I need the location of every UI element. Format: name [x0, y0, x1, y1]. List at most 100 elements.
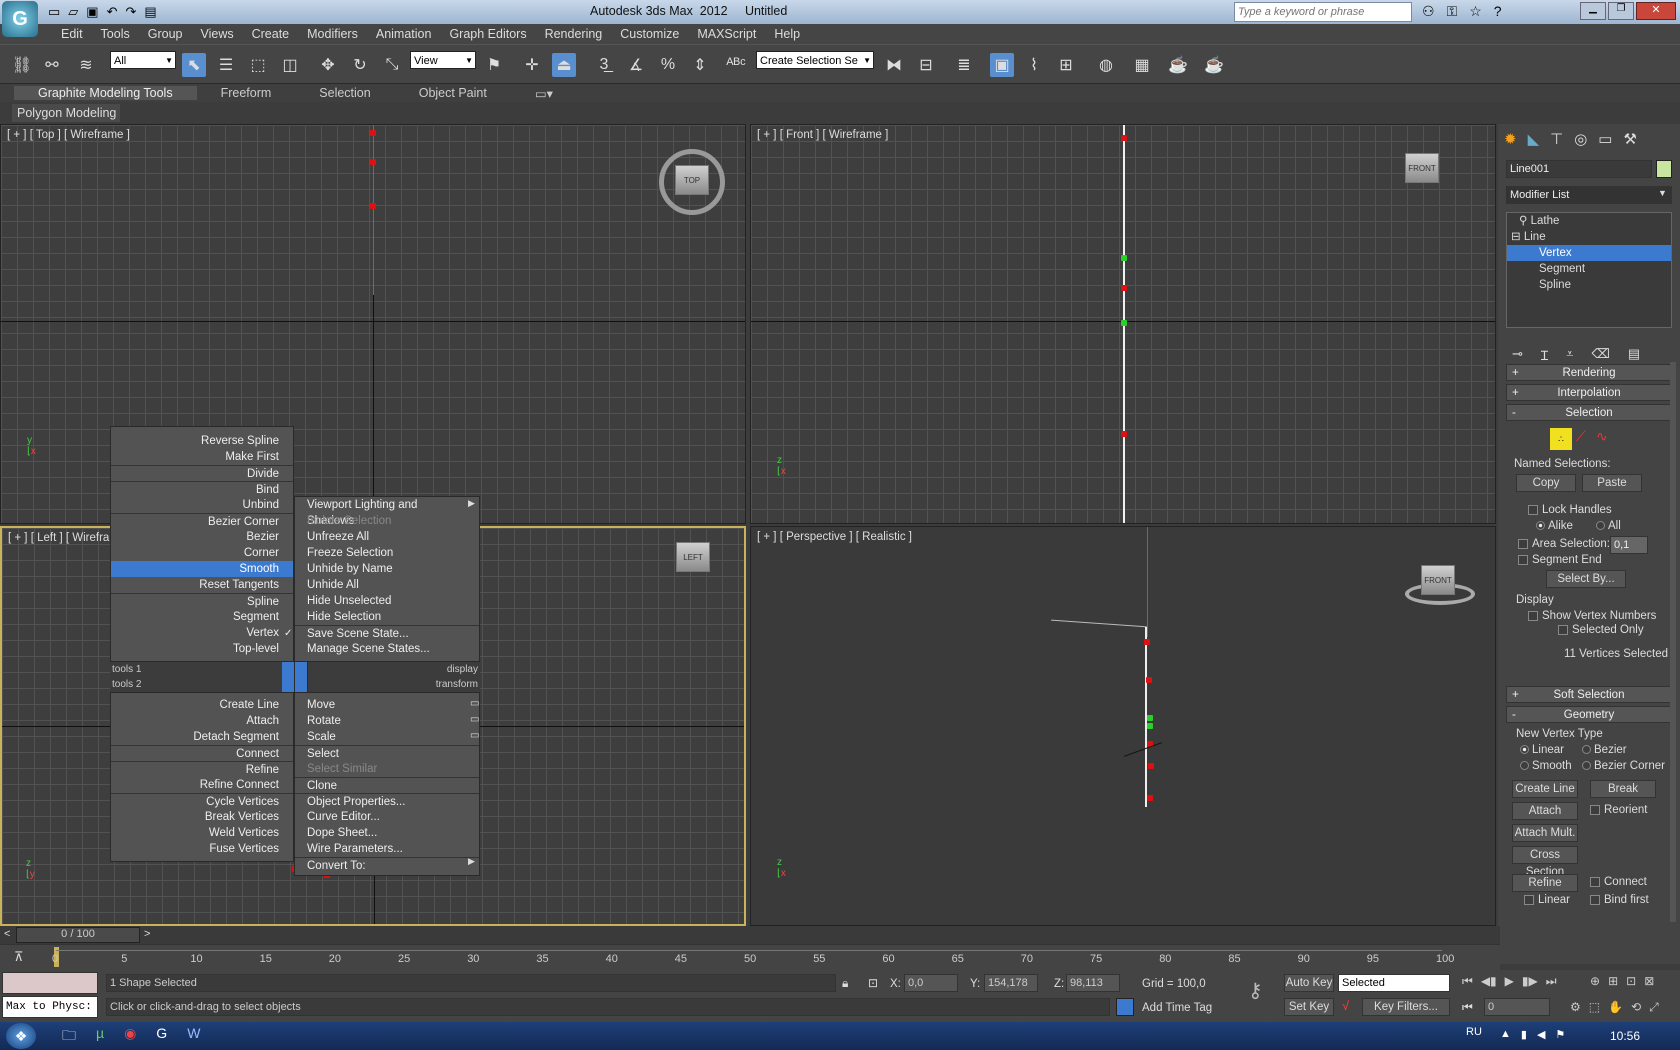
menu-item-fuse-vertices[interactable]: Fuse Vertices [111, 841, 293, 857]
utorrent-taskbar-icon[interactable]: µ [96, 1025, 104, 1049]
key-mode-dropdown[interactable]: Selected [1338, 974, 1450, 992]
panel-scrollbar[interactable] [1670, 362, 1676, 922]
menu-item-refine[interactable]: Refine [111, 761, 293, 777]
display-tab-icon[interactable]: ▭ [1598, 130, 1612, 148]
undo-icon[interactable]: ↶ [107, 4, 118, 20]
schematic-view-icon[interactable]: ⊞ [1054, 53, 1078, 77]
next-frame-icon[interactable]: ▮▶ [1522, 974, 1538, 989]
go-to-end-icon[interactable]: ⏭ [1546, 974, 1557, 989]
zoom-icon[interactable]: ⊕ [1590, 974, 1600, 988]
snaps-toggle-icon[interactable]: 3̲ [592, 53, 616, 77]
x-coord-field[interactable]: 0,0 [904, 974, 958, 992]
rotate-icon[interactable]: ↻ [348, 53, 372, 77]
menu-item-rotate[interactable]: Rotate [295, 713, 479, 729]
word-taskbar-icon[interactable]: W [187, 1025, 200, 1049]
3dsmax-taskbar-icon[interactable]: G [156, 1025, 167, 1049]
menu-item-attach[interactable]: Attach [111, 713, 293, 729]
rollout-interpolation[interactable]: + Interpolation [1506, 384, 1672, 401]
navcube-top-face[interactable]: TOP [675, 165, 709, 195]
render-production-icon[interactable]: ☕ [1202, 53, 1226, 77]
unlink-icon[interactable]: ⚯ [40, 53, 64, 77]
object-color-swatch[interactable] [1656, 160, 1672, 178]
key-icon[interactable]: ⚿ [1447, 3, 1458, 20]
utilities-tab-icon[interactable]: ⚒ [1623, 130, 1636, 148]
linear-radio[interactable]: Linear [1520, 744, 1564, 756]
menu-item-viewport-lighting[interactable]: Viewport Lighting and Shadows [295, 497, 479, 527]
menu-item-break-vertices[interactable]: Break Vertices [111, 809, 293, 825]
menu-item-spline[interactable]: Spline [111, 593, 293, 609]
clock[interactable]: 10:56 [1610, 1029, 1640, 1043]
settings-box-icon[interactable]: ▭ [470, 698, 479, 709]
menu-item-select[interactable]: Select [295, 745, 479, 761]
viewport-perspective[interactable]: [ + ] [ Perspective ] [ Realistic ] FRON… [750, 526, 1496, 926]
field-of-view-icon[interactable]: ⬚ [1589, 1000, 1600, 1015]
stack-item-segment[interactable]: Segment [1507, 261, 1671, 277]
stack-item-vertex[interactable]: Vertex [1507, 245, 1671, 261]
area-selection-checkbox[interactable]: Area Selection: [1518, 538, 1610, 550]
named-selection-dropdown[interactable]: Create Selection Se [756, 51, 874, 70]
menu-item-corner[interactable]: Corner [111, 545, 293, 561]
segment-level-icon[interactable]: ⟋ [1576, 428, 1586, 445]
menu-group[interactable]: Group [139, 27, 192, 41]
viewport-label-left[interactable]: [ + ] [ Left ] [ Wirefram [8, 532, 119, 544]
menu-item-vertex[interactable]: Vertex [111, 625, 293, 641]
modify-tab-icon[interactable]: ◣ [1528, 130, 1540, 148]
navcube-perspective[interactable]: FRONT [1421, 565, 1455, 595]
key-filters-button[interactable]: Key Filters... [1362, 998, 1450, 1016]
edit-named-selections-icon[interactable]: ᴬᴮᶜ [724, 53, 748, 77]
menu-item-hide-unselected[interactable]: Hide Unselected [295, 593, 479, 609]
menu-item-make-first[interactable]: Make First [111, 449, 293, 465]
rollout-geometry[interactable]: - Geometry [1506, 706, 1672, 723]
link-icon[interactable]: ⛓ [10, 53, 34, 77]
checkbox-icon[interactable] [1558, 624, 1568, 635]
network-tray-icon[interactable]: ▮ [1521, 1028, 1527, 1041]
start-button[interactable]: ❖ [6, 1023, 36, 1049]
rendered-frame-icon[interactable]: ☕ [1166, 53, 1190, 77]
scale-icon[interactable]: ⤡ [380, 53, 404, 77]
chrome-taskbar-icon[interactable]: ◉ [124, 1025, 136, 1049]
explorer-taskbar-icon[interactable]: 🗀︎ [62, 1025, 76, 1049]
auto-key-button[interactable]: Auto Key [1284, 974, 1334, 992]
prev-frame-arrow-icon[interactable]: < [4, 928, 10, 940]
window-crossing-icon[interactable]: ◫ [278, 53, 302, 77]
ribbon-options-icon[interactable]: ▭▾ [511, 86, 577, 101]
menu-item-unhide-by-name[interactable]: Unhide by Name [295, 561, 479, 577]
selection-region-icon[interactable]: ⬚ [246, 53, 270, 77]
menu-item-save-scene-state[interactable]: Save Scene State... [295, 625, 479, 641]
align-icon[interactable]: ⊟ [914, 53, 938, 77]
set-key-icon[interactable]: ⚷ [1248, 978, 1263, 1003]
menu-customize[interactable]: Customize [611, 27, 688, 41]
project-folder-icon[interactable]: ▤ [144, 4, 156, 20]
attach-mult-button[interactable]: Attach Mult. [1512, 824, 1578, 842]
menu-item-move[interactable]: Move [295, 697, 479, 713]
spline-level-icon[interactable]: ∿ [1596, 428, 1608, 445]
current-frame-field[interactable]: 0 [1484, 998, 1550, 1016]
tab-freeform[interactable]: Freeform [197, 86, 296, 100]
bezier-radio[interactable]: Bezier [1582, 744, 1627, 756]
checkbox-icon[interactable] [1524, 894, 1534, 905]
orbit-icon[interactable]: ⟲ [1631, 1000, 1641, 1015]
stack-item-line[interactable]: ⊟ Line [1507, 229, 1671, 245]
menu-item-dope-sheet[interactable]: Dope Sheet... [295, 825, 479, 841]
checkbox-icon[interactable] [1528, 504, 1538, 515]
pan-icon[interactable]: ✋ [1608, 1000, 1623, 1015]
selection-filter-dropdown[interactable]: All [110, 51, 176, 70]
connect-checkbox[interactable]: Connect [1590, 876, 1647, 888]
checkbox-icon[interactable] [1590, 876, 1600, 887]
viewport-label-front[interactable]: [ + ] [ Front ] [ Wireframe ] [757, 129, 888, 141]
menu-item-clone[interactable]: Clone [295, 777, 479, 793]
new-file-icon[interactable]: ▭ [48, 4, 60, 20]
menu-item-reverse-spline[interactable]: Reverse Spline [111, 433, 293, 449]
help-icon[interactable]: ? [1494, 3, 1502, 20]
create-line-button[interactable]: Create Line [1512, 780, 1578, 798]
flag-tray-icon[interactable]: ⚑ [1555, 1028, 1565, 1041]
viewport-front[interactable]: [ + ] [ Front ] [ Wireframe ] FRONT z ⌊x [750, 124, 1496, 524]
material-editor-icon[interactable]: ◍ [1094, 53, 1118, 77]
menu-item-hide-selection[interactable]: Hide Selection [295, 609, 479, 625]
stack-item-lathe[interactable]: ⚲ Lathe [1507, 213, 1671, 229]
menu-maxscript[interactable]: MAXScript [688, 27, 765, 41]
alike-radio[interactable]: Alike [1536, 520, 1573, 532]
hierarchy-tab-icon[interactable]: ⊤ [1550, 130, 1563, 148]
menu-item-refine-connect[interactable]: Refine Connect [111, 777, 293, 793]
menu-item-curve-editor[interactable]: Curve Editor... [295, 809, 479, 825]
